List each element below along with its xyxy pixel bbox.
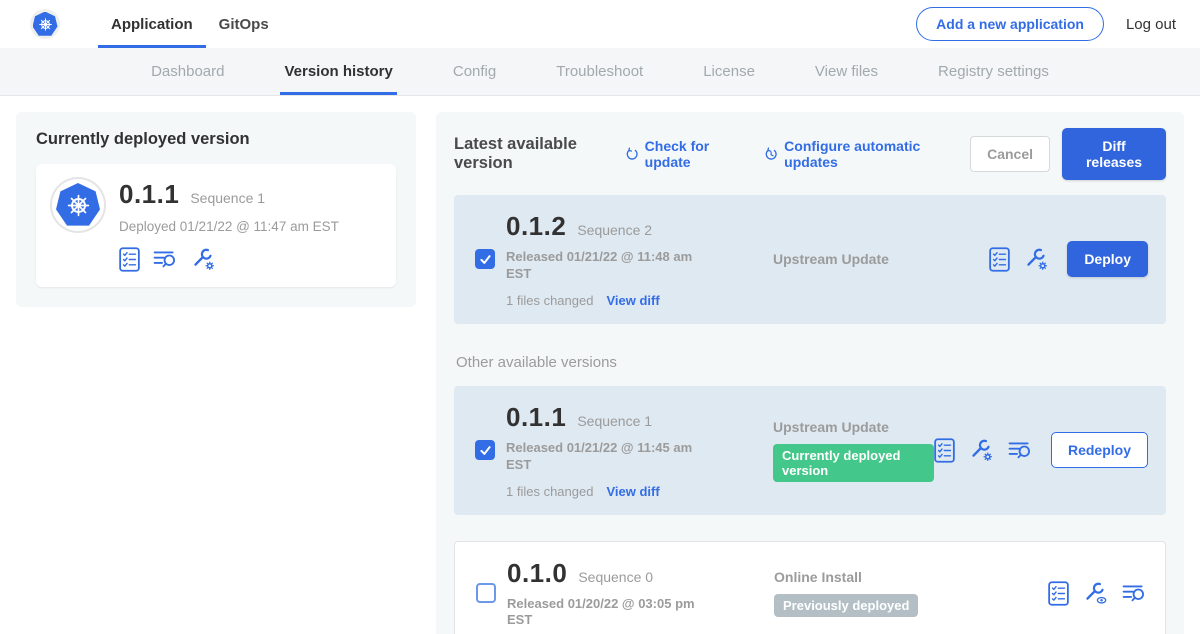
logout-button[interactable]: Log out: [1126, 16, 1176, 33]
files-changed-label: 1 files changed: [506, 293, 593, 308]
diff-releases-button[interactable]: Diff releases: [1062, 128, 1166, 180]
preflight-checks-icon[interactable]: [1048, 581, 1069, 606]
check-for-update-label: Check for update: [645, 138, 740, 170]
previously-deployed-badge: Previously deployed: [774, 594, 918, 617]
edit-config-icon[interactable]: [191, 247, 216, 272]
subnav-tab-troubleshoot[interactable]: Troubleshoot: [552, 48, 647, 95]
configure-automatic-updates-label: Configure automatic updates: [784, 138, 946, 170]
released-timestamp: Released 01/21/22 @ 11:48 am EST: [506, 249, 698, 283]
sequence-label: Sequence 1: [577, 413, 652, 429]
deployed-timestamp: Deployed 01/21/22 @ 11:47 am EST: [119, 219, 339, 234]
subnav-tab-registry-settings[interactable]: Registry settings: [934, 48, 1053, 95]
main-content: Currently deployed version 0.1.1 Sequenc…: [0, 96, 1200, 634]
kubernetes-wheel-icon: [37, 16, 54, 33]
app-sub-nav: Dashboard Version history Config Trouble…: [0, 48, 1200, 96]
edit-config-icon[interactable]: [969, 438, 994, 463]
version-number: 0.1.1: [506, 402, 566, 433]
available-versions-header: Latest available version Check for updat…: [454, 128, 1166, 180]
clock-refresh-icon: [764, 146, 778, 163]
preflight-checks-icon[interactable]: [934, 438, 955, 463]
kubernetes-wheel-icon: [64, 191, 93, 220]
subnav-tab-version-history[interactable]: Version history: [280, 48, 396, 95]
subnav-tab-config[interactable]: Config: [449, 48, 500, 95]
available-versions-panel: Latest available version Check for updat…: [436, 112, 1184, 634]
deployed-version-number: 0.1.1: [119, 179, 179, 210]
deployed-sequence-label: Sequence 1: [190, 190, 265, 206]
subnav-tab-view-files[interactable]: View files: [811, 48, 882, 95]
redeploy-button[interactable]: Redeploy: [1051, 432, 1148, 468]
preflight-checks-icon[interactable]: [119, 247, 140, 272]
refresh-icon: [625, 146, 639, 163]
tab-application-label: Application: [111, 16, 193, 33]
configure-automatic-updates-link[interactable]: Configure automatic updates: [764, 138, 946, 170]
release-notes-icon[interactable]: [1008, 440, 1033, 461]
version-checkbox[interactable]: [476, 583, 496, 603]
add-application-button[interactable]: Add a new application: [916, 7, 1104, 41]
version-source-label: Online Install: [774, 569, 1048, 585]
release-notes-icon[interactable]: [1122, 583, 1147, 604]
currently-deployed-panel: Currently deployed version 0.1.1 Sequenc…: [16, 112, 416, 307]
check-icon: [478, 252, 493, 267]
version-row-0-1-1: 0.1.1 Sequence 1 Released 01/21/22 @ 11:…: [454, 386, 1166, 515]
sequence-label: Sequence 2: [577, 222, 652, 238]
version-source-label: Upstream Update: [773, 419, 934, 435]
version-number: 0.1.2: [506, 211, 566, 242]
check-icon: [478, 443, 493, 458]
files-changed-label: 1 files changed: [506, 484, 593, 499]
top-nav: Application GitOps Add a new application…: [0, 0, 1200, 48]
app-version-logo: [52, 179, 104, 231]
tab-gitops-label: GitOps: [219, 16, 269, 33]
edit-config-icon[interactable]: [1024, 247, 1049, 272]
version-row-0-1-0: 0.1.0 Sequence 0 Released 01/20/22 @ 03:…: [454, 541, 1166, 634]
version-source-label: Upstream Update: [773, 251, 989, 267]
kubernetes-logo: [30, 9, 60, 39]
preflight-checks-icon[interactable]: [989, 247, 1010, 272]
app-logo: [30, 0, 60, 48]
other-available-versions-title: Other available versions: [456, 354, 1166, 371]
version-number: 0.1.0: [507, 558, 567, 589]
view-diff-link[interactable]: View diff: [606, 484, 659, 499]
released-timestamp: Released 01/20/22 @ 03:05 pm EST: [507, 596, 699, 630]
deployed-version-card: 0.1.1 Sequence 1 Deployed 01/21/22 @ 11:…: [36, 164, 396, 287]
version-row-0-1-2: 0.1.2 Sequence 2 Released 01/21/22 @ 11:…: [454, 195, 1166, 324]
view-diff-link[interactable]: View diff: [606, 293, 659, 308]
deploy-button[interactable]: Deploy: [1067, 241, 1148, 277]
currently-deployed-badge: Currently deployed version: [773, 444, 934, 482]
tab-application[interactable]: Application: [98, 0, 206, 48]
subnav-tab-dashboard[interactable]: Dashboard: [147, 48, 228, 95]
sequence-label: Sequence 0: [578, 569, 653, 585]
tab-gitops[interactable]: GitOps: [206, 0, 282, 48]
check-for-update-link[interactable]: Check for update: [625, 138, 740, 170]
released-timestamp: Released 01/21/22 @ 11:45 am EST: [506, 440, 698, 474]
subnav-tab-license[interactable]: License: [699, 48, 759, 95]
version-checkbox[interactable]: [475, 249, 495, 269]
currently-deployed-title: Currently deployed version: [36, 130, 396, 149]
version-checkbox[interactable]: [475, 440, 495, 460]
view-config-icon[interactable]: [1083, 581, 1108, 606]
cancel-button[interactable]: Cancel: [970, 136, 1050, 172]
latest-available-title: Latest available version: [454, 135, 611, 173]
release-notes-icon[interactable]: [153, 249, 178, 270]
